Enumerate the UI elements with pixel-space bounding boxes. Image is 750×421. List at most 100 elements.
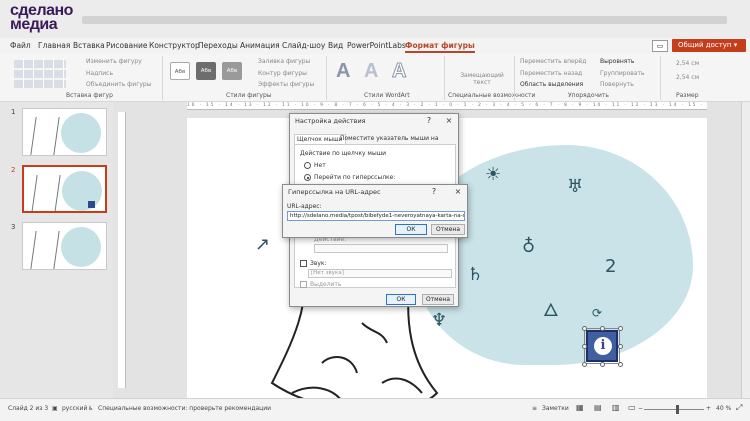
share-button[interactable]: Общий доступ ▾: [672, 39, 746, 52]
radio-hyperlink[interactable]: [304, 174, 311, 181]
info-action-button[interactable]: i: [586, 330, 618, 362]
spellcheck-icon[interactable]: ▣: [52, 405, 58, 412]
tab-file[interactable]: Файл: [10, 41, 31, 50]
reading-view-icon[interactable]: ▥: [612, 403, 620, 412]
comments-icon[interactable]: ▭: [652, 40, 668, 52]
merge-shapes-button[interactable]: Объединить фигуры: [86, 81, 151, 88]
send-backward-button[interactable]: Переместить назад: [520, 70, 582, 77]
rotate-handle-icon[interactable]: ⟳: [592, 304, 602, 322]
wordart-style-1[interactable]: A: [336, 60, 350, 83]
shape-style-3[interactable]: Абв: [222, 62, 242, 80]
tab-view[interactable]: Вид: [328, 41, 343, 50]
shape-outline-button[interactable]: Контур фигуры: [258, 70, 307, 77]
shape-height-field[interactable]: 2,54 см: [676, 60, 699, 67]
group-button[interactable]: Группировать: [600, 70, 645, 77]
slide-thumbnail-1[interactable]: [22, 108, 107, 156]
radio-none-label: Нет: [314, 162, 326, 169]
zoom-slider-thumb[interactable]: [676, 405, 679, 414]
tab-transitions[interactable]: Переходы: [198, 41, 238, 50]
close-icon[interactable]: ×: [451, 185, 465, 199]
cross-circle-symbol-icon: ♁: [522, 236, 536, 257]
shapes-gallery[interactable]: [14, 58, 66, 88]
tab-mouse-over[interactable]: Поместите указатель мыши на: [340, 135, 439, 142]
action-ok-button[interactable]: ОК: [386, 294, 416, 305]
shape-width-field[interactable]: 2,54 см: [676, 74, 699, 81]
sound-label: Звук:: [310, 260, 327, 267]
brand-logo: сделано медиа: [10, 3, 74, 33]
resize-handle[interactable]: [600, 362, 605, 367]
slide-thumbnail-3[interactable]: [22, 222, 107, 270]
zoom-out-icon[interactable]: −: [638, 405, 643, 412]
alchemy-symbol-icon: ♅: [567, 176, 584, 197]
normal-view-icon[interactable]: ▦: [576, 403, 584, 412]
bring-forward-button[interactable]: Переместить вперёд: [520, 58, 586, 65]
tab-shape-format[interactable]: Формат фигуры: [405, 41, 475, 53]
rotate-button[interactable]: Повернуть: [600, 81, 634, 88]
fit-slide-icon[interactable]: ⤢: [736, 403, 742, 413]
close-icon[interactable]: ×: [442, 114, 456, 128]
tab-powerpointlabs[interactable]: PowerPointLabs: [347, 41, 406, 50]
info-icon: i: [594, 337, 612, 355]
thumb-blob: [61, 227, 101, 267]
shape-style-1[interactable]: Абв: [170, 62, 190, 80]
trident-symbol-icon: ♆: [431, 310, 448, 331]
tab-design[interactable]: Конструктор: [149, 41, 200, 50]
action-cancel-button[interactable]: Отмена: [422, 294, 454, 305]
url-cancel-button[interactable]: Отмена: [431, 224, 465, 235]
zoom-in-icon[interactable]: +: [706, 405, 711, 412]
tab-animations[interactable]: Анимация: [240, 41, 280, 50]
help-icon[interactable]: ?: [427, 185, 441, 199]
radio-none[interactable]: [304, 162, 311, 169]
text-box-button[interactable]: Надпись: [86, 70, 113, 77]
slideshow-icon[interactable]: ▭: [628, 403, 636, 412]
url-input[interactable]: http://sdelano.media/tpost/bibefyde1-nev…: [287, 211, 465, 221]
resize-handle[interactable]: [600, 326, 605, 331]
wordart-style-3[interactable]: A: [391, 60, 406, 83]
resize-handle[interactable]: [582, 326, 587, 331]
highlight-checkbox[interactable]: [300, 281, 307, 288]
tab-slideshow[interactable]: Слайд-шоу: [282, 41, 325, 50]
horizontal-ruler: 16 · 15 · 14 · 13 · 12 · 11 · 10 · 9 · 8…: [187, 102, 707, 110]
notes-button[interactable]: Заметки: [542, 405, 569, 412]
run-action-select[interactable]: [314, 244, 448, 253]
action-group-title: Действие по щелчку мыши: [300, 150, 387, 157]
share-button-label: Общий доступ: [678, 41, 732, 49]
ribbon-separator: [660, 56, 661, 100]
shape-style-2[interactable]: Абв: [196, 62, 216, 80]
slide-sorter-icon[interactable]: ▤: [594, 403, 602, 412]
language-label[interactable]: русский: [62, 405, 87, 412]
align-button[interactable]: Выровнять: [600, 58, 634, 65]
shape-fill-button[interactable]: Заливка фигуры: [258, 58, 310, 65]
tab-insert[interactable]: Вставка: [73, 41, 105, 50]
shape-effects-button[interactable]: Эффекты фигуры: [258, 81, 314, 88]
help-icon[interactable]: ?: [422, 114, 436, 128]
group-label-shape-styles: Стили фигуры: [226, 92, 272, 99]
resize-handle[interactable]: [618, 362, 623, 367]
tab-draw[interactable]: Рисование: [106, 41, 148, 50]
alt-text-button[interactable]: Замещающий текст: [460, 72, 504, 86]
sound-checkbox[interactable]: [300, 260, 307, 267]
zoom-slider-track[interactable]: [644, 409, 704, 410]
notes-icon[interactable]: ≡: [532, 405, 537, 412]
accessibility-icon[interactable]: ♿: [88, 405, 93, 412]
group-label-insert-shapes: Вставка фигур: [66, 92, 113, 99]
wordart-style-2[interactable]: A: [364, 60, 378, 83]
resize-handle[interactable]: [618, 326, 623, 331]
selection-pane-button[interactable]: Область выделения: [520, 81, 583, 88]
vertical-scrollbar[interactable]: [741, 102, 750, 398]
slide-thumbnail-2[interactable]: [22, 165, 107, 213]
sun-symbol-icon: ☀: [485, 164, 502, 185]
slide-number: 1: [11, 108, 16, 116]
tab-home[interactable]: Главная: [38, 41, 70, 50]
zoom-level[interactable]: 40 %: [716, 405, 731, 412]
tab-mouse-click[interactable]: Щелчок мыши: [294, 134, 346, 144]
resize-handle[interactable]: [618, 344, 623, 349]
title-bar: сделано медиа: [0, 0, 750, 38]
accessibility-status[interactable]: Специальные возможности: проверьте реком…: [98, 405, 271, 412]
resize-handle[interactable]: [582, 362, 587, 367]
resize-handle[interactable]: [582, 344, 587, 349]
edit-shape-button[interactable]: Изменить фигуру: [86, 58, 142, 65]
url-ok-button[interactable]: ОК: [395, 224, 427, 235]
sound-select[interactable]: [Нет звука]: [308, 269, 452, 278]
slide-counter: Слайд 2 из 3: [8, 405, 49, 412]
